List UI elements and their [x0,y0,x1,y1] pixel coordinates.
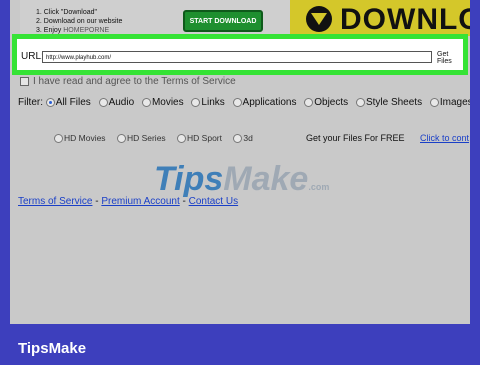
radio-icon[interactable] [141,97,151,107]
category-3d[interactable]: 3d [233,133,253,144]
filter-objects[interactable]: Objects [304,97,348,108]
radio-icon[interactable] [232,97,242,107]
radio-icon[interactable] [429,97,439,107]
filter-audio[interactable]: Audio [98,97,134,108]
radio-icon[interactable] [177,134,187,144]
radio-icon[interactable] [116,134,126,144]
click-to-contact-link[interactable]: Click to cont [420,133,469,143]
filter-label: Filter: [18,97,43,108]
download-arrow-icon [306,6,332,32]
agree-row: I have read and agree to the Terms of Se… [20,76,236,87]
filter-links[interactable]: Links [191,97,225,108]
step-1: 1. Click "Download" [36,9,97,16]
premium-account-link[interactable]: Premium Account [101,196,179,207]
radio-icon[interactable] [45,97,55,107]
category-hd-series[interactable]: HD Series [116,133,166,144]
terms-of-service-link[interactable]: Terms of Service [18,196,92,207]
footer-links: Terms of Service - Premium Account - Con… [18,196,238,207]
url-highlight-box: URL: http://www.playhub.com/ Get Files [12,34,468,75]
url-label: URL: [21,51,44,62]
filter-movies[interactable]: Movies [141,97,184,108]
radio-icon[interactable] [98,97,108,107]
get-files-button[interactable]: Get Files [437,51,463,65]
agree-checkbox[interactable] [20,76,29,86]
category-hd-movies[interactable]: HD Movies [54,133,106,144]
url-input[interactable]: http://www.playhub.com/ [42,51,432,63]
download-banner-text: DOWNLOA [340,3,470,36]
contact-us-link[interactable]: Contact Us [189,196,238,207]
step-2: 2. Download on our website [36,18,123,25]
steps-list: 1. Click "Download" 2. Download on our w… [36,8,122,35]
filter-style-sheets[interactable]: Style Sheets [355,97,422,108]
filter-all-files[interactable]: All Files [45,97,91,108]
radio-icon[interactable] [355,97,365,107]
category-row: HD Movies HD Series HD Sport 3d [54,133,262,144]
free-files-text: Get your Files For FREE [306,133,405,143]
instructions-box: 1. Click "Download" 2. Download on our w… [20,0,300,34]
radio-icon[interactable] [304,97,314,107]
start-download-button[interactable]: START DOWNLOAD [183,10,263,32]
radio-icon[interactable] [233,134,243,144]
filter-row: Filter: All Files Audio Movies Links App… [18,97,470,108]
watermark-logo: TipsMake.com [154,160,330,198]
radio-icon[interactable] [54,134,63,144]
radio-icon[interactable] [191,97,201,107]
browser-page: 1. Click "Download" 2. Download on our w… [10,0,470,324]
filter-images[interactable]: Images [429,97,470,108]
brand-logo: TipsMake [18,340,87,357]
filter-applications[interactable]: Applications [232,97,296,108]
agree-label: I have read and agree to the Terms of Se… [33,76,236,87]
category-hd-sport[interactable]: HD Sport [177,133,222,144]
footer-separator: - [179,196,189,207]
download-banner[interactable]: DOWNLOA [290,0,470,36]
